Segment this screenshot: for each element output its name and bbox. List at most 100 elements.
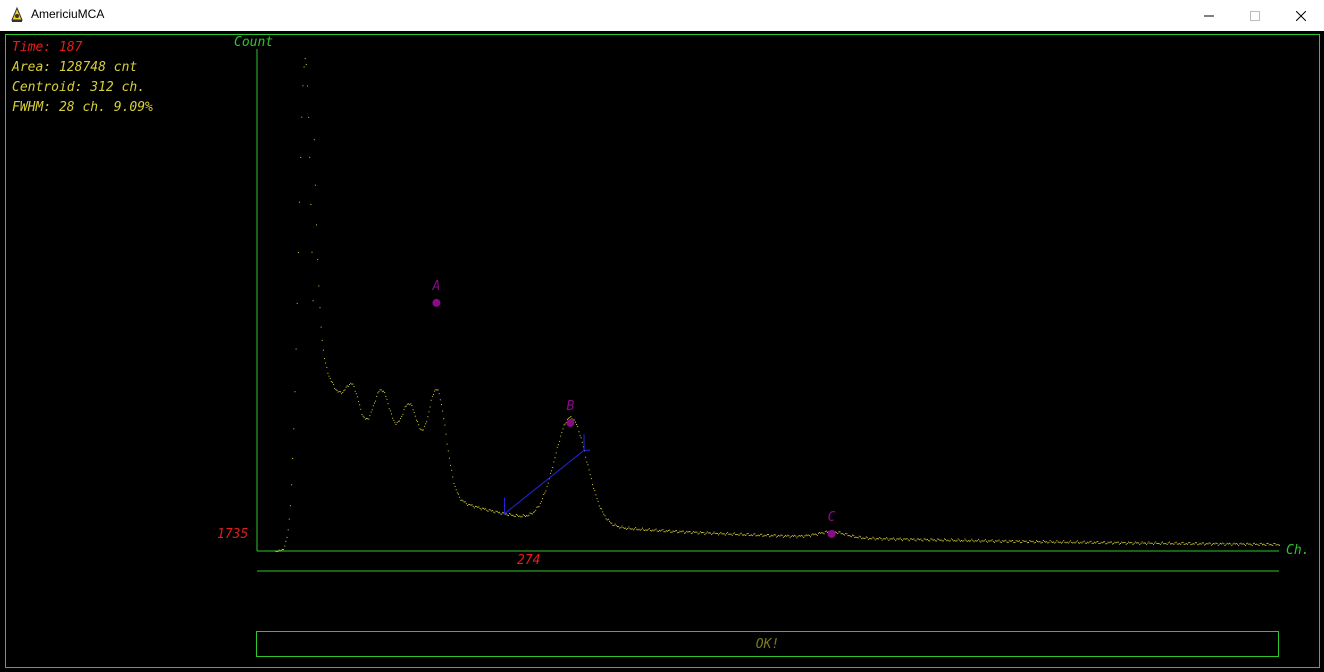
spectrum-point [1207,543,1209,545]
spectrum-point [915,540,917,542]
spectrum-point [877,538,878,540]
minimize-button[interactable] [1186,0,1232,31]
spectrum-point [846,533,848,535]
spectrum-point [886,537,888,539]
spectrum-point [1145,542,1146,544]
spectrum-point [1062,541,1064,543]
spectrum-point [392,417,394,419]
spectrum-point [462,500,464,502]
spectrum-point [787,534,789,536]
spectrum-point [275,550,277,552]
spectrum-point [310,204,312,205]
spectrum-point [815,533,817,535]
spectrum-point [451,469,453,471]
spectrum-point [1251,545,1253,547]
spectrum-point [785,535,786,537]
spectrum-point [463,501,465,503]
spectrum-point [847,535,849,537]
spectrum-plot[interactable]: A B C [0,31,1324,672]
spectrum-point [568,417,570,419]
cursor-channel-value: 274 [517,553,541,568]
spectrum-point [433,394,434,395]
spectrum-point [888,539,890,541]
spectrum-point [321,339,323,341]
spectrum-point [704,533,706,535]
spectrum-point [688,531,690,533]
spectrum-point [1176,543,1178,545]
spectrum-point [336,389,338,391]
spectrum-point [438,393,440,395]
spectrum-point [1131,542,1133,544]
spectrum-point [647,529,649,531]
spectrum-point [594,490,596,492]
spectrum-point [849,535,851,537]
maximize-button[interactable] [1232,0,1278,31]
spectrum-point [387,403,389,405]
spectrum-point [723,533,725,535]
spectrum-point [1105,543,1107,545]
spectrum-point [1274,543,1276,544]
spectrum-point [1138,542,1140,544]
close-button[interactable] [1278,0,1324,31]
spectrum-point [636,528,638,530]
spectrum-point [498,511,500,513]
spectrum-point [351,383,353,385]
spectrum-point [753,533,755,535]
spectrum-point [452,476,454,478]
spectrum-point [551,470,553,472]
spectrum-point [1192,543,1194,545]
spectrum-point [1264,544,1266,546]
peak-marker-label: A [432,279,441,294]
spectrum-point [1175,541,1177,543]
spectrum-point [1091,542,1093,544]
spectrum-point [913,538,915,540]
spectrum-point [289,505,291,507]
spectrum-point [581,441,583,443]
title-bar[interactable]: AmericiuMCA [0,0,1324,32]
spectrum-point [957,538,959,540]
spectrum-point [669,529,671,531]
spectrum-point [367,418,369,420]
spectrum-point [726,533,727,535]
spectrum-point [496,511,498,512]
spectrum-point [603,513,605,515]
spectrum-point [571,418,573,420]
app-window: AmericiuMCA Time: 187 Area: 128748 cnt C… [0,0,1324,672]
spectrum-point [320,326,322,328]
spectrum-point [713,531,715,533]
spectrum-point [421,429,423,431]
spectrum-point [880,538,882,539]
spectrum-point [1180,543,1182,545]
spectrum-point [1122,542,1124,544]
spectrum-point [987,541,989,543]
spectrum-point [1074,542,1076,544]
spectrum-point [718,534,719,536]
spectrum-point [312,300,314,302]
spectrum-point [845,532,847,534]
spectrum-point [1064,541,1066,543]
spectrum-point [728,533,730,535]
spectrum-point [330,381,332,382]
spectrum-point [609,520,610,522]
spectrum-point [589,474,591,476]
spectrum-point [604,515,606,517]
spectrum-point [521,516,523,518]
spectrum-point [756,535,758,537]
spectrum-point [544,492,546,494]
spectrum-point [978,538,980,540]
spectrum-point [394,422,396,424]
spectrum-point [502,511,504,513]
spectrum-point [1181,542,1183,544]
spectrum-point [1222,542,1224,544]
spectrum-point [1021,542,1023,543]
spectrum-point [1031,541,1033,543]
spectrum-point [370,411,372,413]
spectrum-point [353,386,355,387]
spectrum-point [1279,544,1280,546]
spectrum-point [475,505,476,507]
spectrum-point [1244,545,1246,547]
spectrum-point [1088,542,1090,544]
spectrum-point [1199,543,1201,545]
spectrum-point [309,156,311,158]
spectrum-point [1196,542,1198,544]
